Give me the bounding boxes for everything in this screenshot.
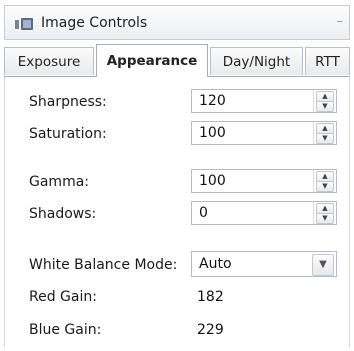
- saturation-label: Saturation:: [29, 126, 107, 142]
- shadows-label: Shadows:: [29, 206, 97, 222]
- gamma-spin-buttons: ▲ ▼: [313, 170, 336, 192]
- image-controls-panel: Image Controls – Exposure Appearance Day…: [0, 0, 354, 351]
- saturation-spinbox[interactable]: 100 ▲ ▼: [191, 121, 337, 145]
- white-balance-mode-label: White Balance Mode:: [29, 257, 178, 273]
- shadows-spinbox[interactable]: 0 ▲ ▼: [191, 201, 337, 225]
- appearance-tab-content: Sharpness: 120 ▲ ▼ Saturation: 100 ▲ ▼ G…: [4, 77, 350, 347]
- sharpness-value[interactable]: 120: [199, 93, 226, 109]
- sharpness-label: Sharpness:: [29, 94, 107, 110]
- red-gain-value: 182: [197, 289, 224, 305]
- camera-icon: [15, 18, 33, 30]
- gamma-label: Gamma:: [29, 174, 89, 190]
- arrow-down-icon[interactable]: ▼: [316, 133, 334, 144]
- shadows-spin-buttons: ▲ ▼: [313, 202, 336, 224]
- collapse-icon[interactable]: –: [337, 14, 344, 29]
- arrow-down-icon[interactable]: ▼: [316, 101, 334, 112]
- red-gain-label: Red Gain:: [29, 289, 97, 305]
- blue-gain-value: 229: [197, 322, 224, 338]
- arrow-down-icon[interactable]: ▼: [316, 181, 334, 192]
- tab-day-night[interactable]: Day/Night: [210, 47, 303, 75]
- shadows-value[interactable]: 0: [199, 205, 208, 221]
- tab-rtt[interactable]: RTT: [305, 47, 350, 75]
- saturation-spin-buttons: ▲ ▼: [313, 122, 336, 144]
- gamma-value[interactable]: 100: [199, 173, 226, 189]
- blue-gain-label: Blue Gain:: [29, 322, 102, 338]
- gamma-spinbox[interactable]: 100 ▲ ▼: [191, 169, 337, 193]
- panel-titlebar[interactable]: Image Controls –: [4, 5, 350, 40]
- tab-appearance[interactable]: Appearance: [96, 44, 208, 77]
- saturation-value[interactable]: 100: [199, 125, 226, 141]
- chevron-down-icon[interactable]: ▼: [312, 254, 334, 276]
- panel-title: Image Controls: [41, 15, 148, 31]
- tab-exposure[interactable]: Exposure: [4, 47, 94, 75]
- tab-bar: Exposure Appearance Day/Night RTT: [4, 44, 350, 77]
- white-balance-mode-value: Auto: [199, 256, 232, 272]
- arrow-down-icon[interactable]: ▼: [316, 213, 334, 224]
- white-balance-mode-select[interactable]: Auto ▼: [191, 251, 337, 277]
- sharpness-spin-buttons: ▲ ▼: [313, 90, 336, 112]
- sharpness-spinbox[interactable]: 120 ▲ ▼: [191, 89, 337, 113]
